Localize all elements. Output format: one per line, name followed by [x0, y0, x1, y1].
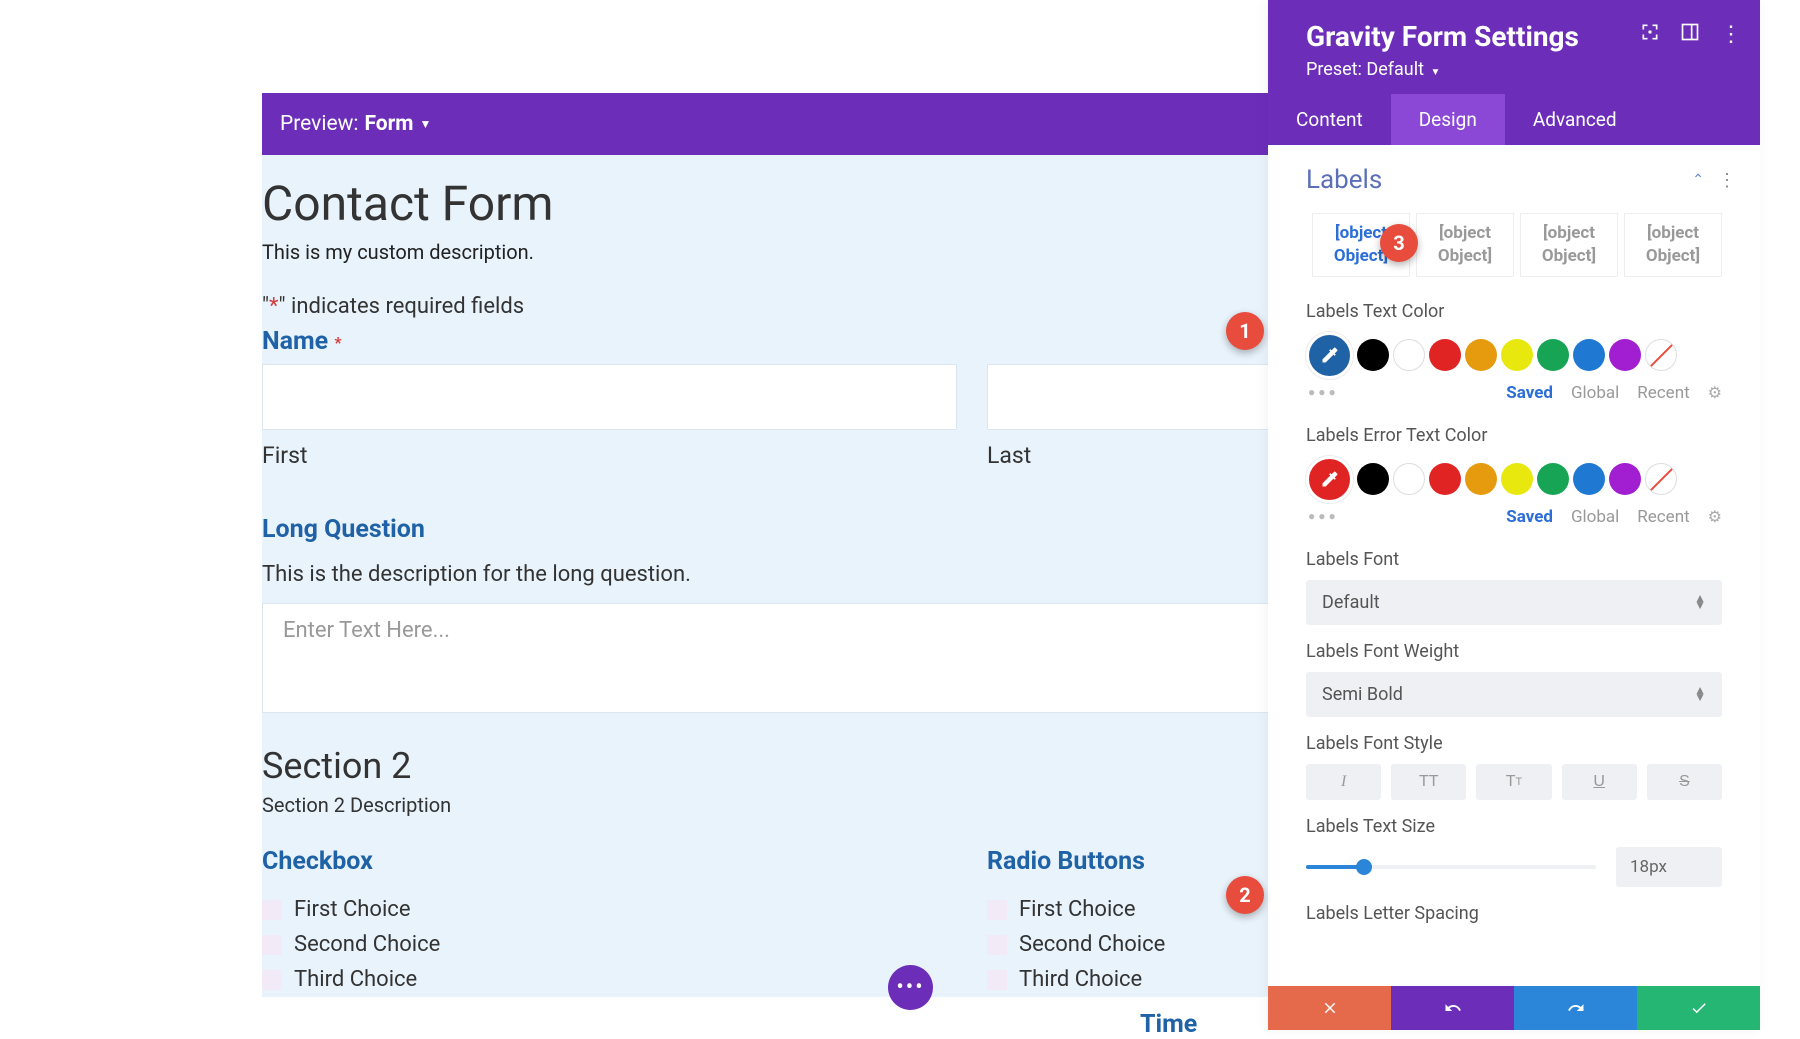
swatch-black[interactable]	[1357, 339, 1389, 371]
size-slider[interactable]	[1306, 865, 1596, 869]
radio-icon	[987, 970, 1007, 990]
tab-design[interactable]: Design	[1391, 94, 1505, 145]
checkbox-item[interactable]: Third Choice	[262, 962, 957, 997]
preset-dropdown[interactable]: Preset: Default ▼	[1306, 59, 1736, 80]
style-underline[interactable]: U	[1562, 764, 1637, 800]
labels-font-label: Labels Font	[1306, 549, 1722, 580]
swatch-blue[interactable]	[1573, 339, 1605, 371]
caret-down-icon: ▼	[1430, 67, 1440, 78]
swatch-red[interactable]	[1429, 463, 1461, 495]
swatch-tab-saved[interactable]: Saved	[1506, 507, 1553, 527]
panel-footer	[1268, 986, 1760, 1030]
obj-tab-3[interactable]: [object Object]	[1520, 213, 1618, 277]
swatch-yellow[interactable]	[1501, 463, 1533, 495]
swatch-red[interactable]	[1429, 339, 1461, 371]
eyedropper-icon	[1320, 469, 1340, 489]
radio-icon	[987, 935, 1007, 955]
swatch-tab-global[interactable]: Global	[1571, 507, 1619, 527]
swatch-purple[interactable]	[1609, 463, 1641, 495]
swatch-yellow[interactable]	[1501, 339, 1533, 371]
checkbox-icon	[262, 970, 282, 990]
labels-text-color-label: Labels Text Color	[1306, 301, 1722, 332]
chevron-up-icon[interactable]: ⌃	[1692, 172, 1704, 188]
checkbox-icon	[262, 900, 282, 920]
style-uppercase[interactable]: TT	[1391, 764, 1466, 800]
section-labels-title[interactable]: Labels	[1306, 165, 1382, 195]
swatch-black[interactable]	[1357, 463, 1389, 495]
swatch-orange[interactable]	[1465, 339, 1497, 371]
callout-1: 1	[1226, 312, 1264, 350]
swatch-green[interactable]	[1537, 339, 1569, 371]
labels-error-color-label: Labels Error Text Color	[1306, 425, 1722, 456]
layout-icon[interactable]	[1680, 22, 1700, 42]
dots-vertical-icon[interactable]: ⋮	[1720, 22, 1740, 42]
swatch-tab-recent[interactable]: Recent	[1637, 507, 1689, 527]
checkbox-item[interactable]: First Choice	[262, 892, 957, 927]
swatch-white[interactable]	[1393, 339, 1425, 371]
checkbox-item[interactable]: Second Choice	[262, 927, 957, 962]
first-name-input[interactable]	[262, 364, 957, 430]
gear-icon[interactable]: ⚙	[1708, 383, 1722, 402]
panel-tabs: Content Design Advanced	[1268, 94, 1760, 145]
swatch-none[interactable]	[1645, 463, 1677, 495]
more-swatches-icon[interactable]: ●●●	[1308, 385, 1339, 399]
redo-button[interactable]	[1514, 986, 1637, 1030]
floating-more-button[interactable]: •••	[888, 965, 933, 1010]
obj-tab-4[interactable]: [object Object]	[1624, 213, 1722, 277]
labels-weight-select[interactable]: Semi Bold ▲▼	[1306, 672, 1722, 717]
save-button[interactable]	[1637, 986, 1760, 1030]
preview-type: Form	[364, 112, 413, 136]
settings-panel: Gravity Form Settings Preset: Default ▼ …	[1268, 0, 1760, 1030]
labels-size-label: Labels Text Size	[1306, 816, 1722, 847]
radio-icon	[987, 900, 1007, 920]
callout-2: 2	[1226, 876, 1264, 914]
swatch-tab-saved[interactable]: Saved	[1506, 383, 1553, 403]
color-picker-main-error[interactable]	[1306, 456, 1353, 503]
dots-vertical-icon[interactable]: ⋮	[1718, 170, 1736, 191]
labels-font-select[interactable]: Default ▲▼	[1306, 580, 1722, 625]
tab-content[interactable]: Content	[1268, 94, 1391, 145]
size-value[interactable]: 18px	[1616, 847, 1722, 887]
cancel-button[interactable]	[1268, 986, 1391, 1030]
callout-3: 3	[1380, 224, 1418, 262]
eyedropper-icon	[1320, 345, 1340, 365]
focus-icon[interactable]	[1640, 22, 1660, 42]
labels-weight-label: Labels Font Weight	[1306, 641, 1722, 672]
tab-advanced[interactable]: Advanced	[1505, 94, 1645, 145]
swatch-green[interactable]	[1537, 463, 1569, 495]
checkbox-icon	[262, 935, 282, 955]
color-picker-main[interactable]	[1306, 332, 1353, 379]
preview-label: Preview:	[280, 112, 358, 136]
swatch-orange[interactable]	[1465, 463, 1497, 495]
labels-spacing-label: Labels Letter Spacing	[1306, 903, 1722, 934]
swatch-blue[interactable]	[1573, 463, 1605, 495]
caret-down-icon: ▼	[420, 117, 432, 131]
swatch-white[interactable]	[1393, 463, 1425, 495]
checkbox-label: Checkbox	[262, 847, 957, 884]
time-label: Time	[1140, 1010, 1197, 1039]
labels-style-label: Labels Font Style	[1306, 733, 1722, 764]
more-swatches-icon[interactable]: ●●●	[1308, 509, 1339, 523]
obj-tab-2[interactable]: [object Object]	[1416, 213, 1514, 277]
swatch-purple[interactable]	[1609, 339, 1641, 371]
swatch-tab-recent[interactable]: Recent	[1637, 383, 1689, 403]
style-smallcaps[interactable]: TT	[1476, 764, 1551, 800]
undo-button[interactable]	[1391, 986, 1514, 1030]
gear-icon[interactable]: ⚙	[1708, 507, 1722, 526]
select-arrows-icon: ▲▼	[1694, 687, 1706, 701]
style-strike[interactable]: S	[1647, 764, 1722, 800]
swatch-tab-global[interactable]: Global	[1571, 383, 1619, 403]
select-arrows-icon: ▲▼	[1694, 595, 1706, 609]
first-name-sublabel: First	[262, 430, 957, 469]
style-italic[interactable]: I	[1306, 764, 1381, 800]
swatch-none[interactable]	[1645, 339, 1677, 371]
